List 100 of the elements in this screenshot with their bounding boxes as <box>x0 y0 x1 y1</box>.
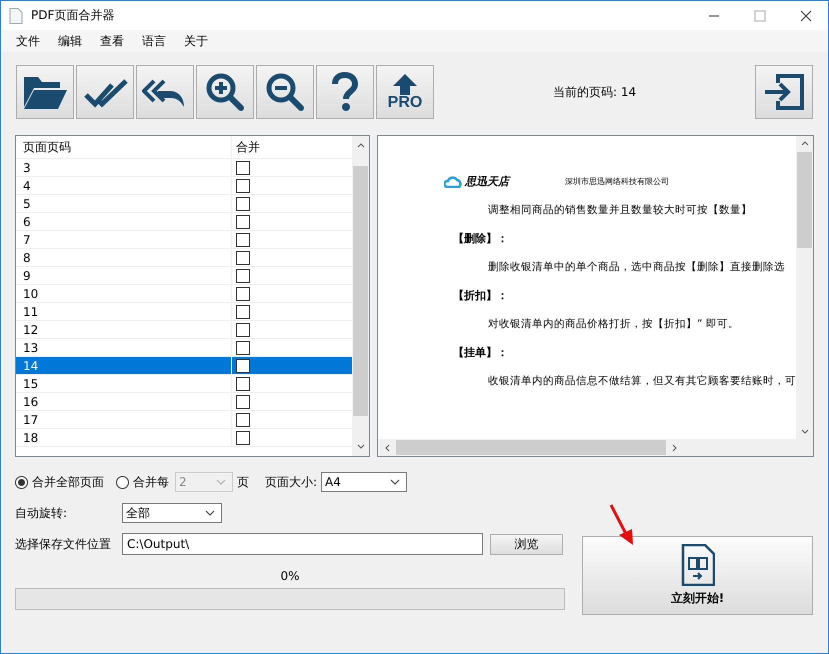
scrollbar[interactable] <box>796 136 813 439</box>
page-number: 14 <box>23 358 38 372</box>
toolbar-button[interactable] <box>256 65 314 119</box>
checkbox[interactable] <box>236 394 250 408</box>
page-number: 17 <box>23 412 38 426</box>
up-arrow-icon <box>392 73 418 95</box>
app-icon <box>9 8 23 24</box>
table-row[interactable]: 15 <box>16 375 352 393</box>
checkbox[interactable] <box>236 214 250 228</box>
annotation-arrow <box>609 504 635 546</box>
toolbar-button[interactable] <box>316 65 374 119</box>
page-number: 10 <box>23 286 38 300</box>
menu-item[interactable]: 编辑 <box>58 32 82 50</box>
window-title: PDF页面合并器 <box>31 7 114 24</box>
merge-document-icon <box>680 544 714 586</box>
save-location-label: 选择保存文件位置 <box>15 536 112 552</box>
checkbox[interactable] <box>236 250 250 264</box>
radio-option[interactable]: 合并全部页面 <box>15 474 104 490</box>
scroll-right-icon[interactable] <box>672 444 678 452</box>
document-text: 对收银清单内的商品价格打折，按【折扣】” 即可。 <box>487 317 740 331</box>
scroll-down-icon[interactable] <box>356 444 364 450</box>
page-number: 16 <box>23 394 38 408</box>
menu-item[interactable]: 查看 <box>100 32 124 50</box>
page-number: 5 <box>23 196 31 210</box>
checkbox[interactable] <box>236 286 250 300</box>
table-row[interactable]: 8 <box>16 249 352 267</box>
table-row[interactable]: 4 <box>16 177 352 195</box>
checkbox[interactable] <box>236 376 250 390</box>
page-number: 12 <box>23 322 38 336</box>
page-number: 18 <box>23 430 38 444</box>
toolbar-button[interactable] <box>76 65 134 119</box>
exit-button[interactable] <box>755 65 813 119</box>
toolbar-button[interactable] <box>16 65 74 119</box>
radio-option[interactable]: 合并每 <box>116 474 169 490</box>
dropdown-caret-icon <box>216 479 226 485</box>
document-text: 调整相同商品的销售数量并且数量较大时可按【数量】 <box>487 203 753 217</box>
page-number: 15 <box>23 376 38 390</box>
table-row[interactable]: 9 <box>16 267 352 285</box>
page-number: 11 <box>23 304 38 318</box>
table-row[interactable]: 6 <box>16 213 352 231</box>
table-row[interactable]: 12 <box>16 321 352 339</box>
scroll-up-icon[interactable] <box>800 140 808 146</box>
page-number: 8 <box>23 250 31 264</box>
save-path-field[interactable]: C:\Output\ <box>122 533 483 555</box>
browse-button[interactable]: 浏览 <box>490 534 563 554</box>
scroll-up-icon[interactable] <box>356 142 364 148</box>
page-size-dropdown[interactable]: A4 <box>321 472 408 492</box>
exit-icon <box>762 73 806 111</box>
menu-item[interactable]: 语言 <box>142 32 166 50</box>
checkbox[interactable] <box>236 430 250 444</box>
table-row[interactable]: 7 <box>16 231 352 249</box>
dropdown-caret-icon <box>390 479 400 485</box>
checkbox[interactable] <box>236 340 250 354</box>
table-row[interactable]: 10 <box>16 285 352 303</box>
checkbox[interactable] <box>236 178 250 192</box>
checkbox[interactable] <box>236 268 250 282</box>
checkbox[interactable] <box>236 232 250 246</box>
page-number: 4 <box>23 178 31 192</box>
scrollbar[interactable] <box>378 439 813 456</box>
page-number: 9 <box>23 268 31 282</box>
checkbox[interactable] <box>236 196 250 210</box>
toolbar-button[interactable]: PRO <box>376 65 434 119</box>
checkbox[interactable] <box>236 412 250 426</box>
document-text: 收银清单内的商品信息不做结算，但又有其它顾客要结账时，可 <box>487 374 796 388</box>
zoom-out-icon <box>265 72 305 112</box>
checkbox[interactable] <box>236 304 250 318</box>
document-heading: 【删除】： <box>452 231 509 246</box>
pro-label: PRO <box>388 95 422 111</box>
toolbar-button[interactable] <box>196 65 254 119</box>
dropdown-caret-icon <box>205 510 215 516</box>
scroll-left-icon[interactable] <box>384 444 390 452</box>
cloud-logo-icon <box>444 176 462 188</box>
page-number: 3 <box>23 160 31 174</box>
column-header[interactable]: 合并 <box>232 136 352 158</box>
table-row[interactable]: 11 <box>16 303 352 321</box>
table-row[interactable]: 3 <box>16 159 352 177</box>
toolbar-button[interactable] <box>136 65 194 119</box>
start-button[interactable]: 立刻开始! <box>582 536 813 615</box>
checkbox[interactable] <box>236 322 250 336</box>
close-icon[interactable] <box>800 10 812 22</box>
scroll-down-icon[interactable] <box>800 429 808 435</box>
table-row[interactable]: 14 <box>16 357 352 375</box>
page-number: 6 <box>23 214 31 228</box>
table-row[interactable]: 18 <box>16 429 352 447</box>
scrollbar[interactable] <box>352 136 369 456</box>
checkbox[interactable] <box>236 358 250 372</box>
company-name: 深圳市思迅网络科技有限公司 <box>565 176 669 187</box>
checkbox[interactable] <box>236 160 250 174</box>
table-row[interactable]: 5 <box>16 195 352 213</box>
auto-rotate-dropdown[interactable]: 全部 <box>122 503 222 523</box>
table-row[interactable]: 17 <box>16 411 352 429</box>
menu-item[interactable]: 文件 <box>16 32 40 50</box>
column-header[interactable]: 页面页码 <box>16 136 232 158</box>
current-page-label: 当前的页码: 14 <box>553 84 636 100</box>
menu-item[interactable]: 关于 <box>184 32 208 50</box>
page-size-label: 页面大小: <box>265 474 318 490</box>
document-heading: 【挂单】： <box>452 345 509 360</box>
table-row[interactable]: 16 <box>16 393 352 411</box>
progress-percent: 0% <box>280 569 300 583</box>
help-icon <box>330 72 360 112</box>
